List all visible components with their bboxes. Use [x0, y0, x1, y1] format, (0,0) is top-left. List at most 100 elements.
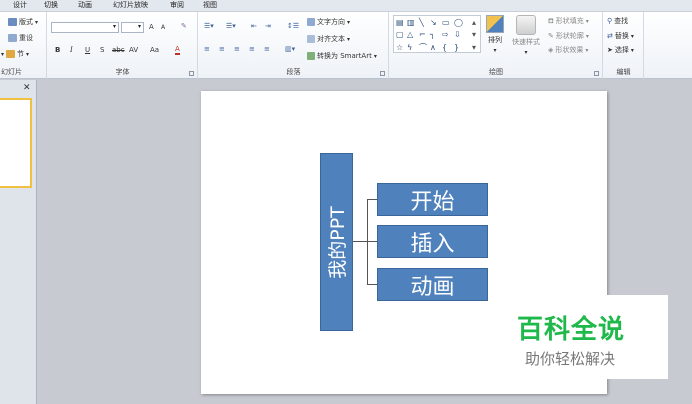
shape-outline-label: 形状轮廓	[555, 32, 584, 40]
justify-icon[interactable]: ≡	[249, 45, 255, 53]
arrange-label: 排列	[488, 36, 502, 44]
font-name-combo[interactable]: ▾	[51, 22, 119, 33]
text-direction-icon	[307, 18, 315, 26]
watermark-logo: 百科全说 助你轻松解决	[505, 295, 668, 379]
distributed-icon[interactable]: ≡	[264, 45, 270, 53]
section-icon	[6, 50, 16, 58]
font-group: ▾ ▾ A A ✎ B I U S abc AV Aa A 字体	[48, 12, 198, 79]
paint-bucket-icon: ⛾	[548, 16, 554, 25]
numbering-icon[interactable]: ☰▾	[226, 22, 236, 30]
smartart-root-box[interactable]: 我的PPT	[320, 153, 353, 331]
find-button[interactable]: ⚲ 查找	[607, 16, 628, 26]
font-group-label: 字体	[115, 68, 130, 76]
text-direction-button[interactable]: 文字方向 ▾	[307, 17, 350, 27]
ribbon: 版式 ▾ 重设 ▾ 节 ▾ 幻灯片 ▾ ▾ A A ✎ B I U S abc …	[0, 12, 692, 79]
tab-view[interactable]: 视图	[203, 0, 217, 10]
editing-group-label: 编辑	[616, 68, 631, 76]
select-button[interactable]: ➤ 选择 ▾	[607, 45, 634, 55]
quick-styles-button[interactable]: 快速样式 ▾	[512, 15, 540, 56]
align-right-icon[interactable]: ≡	[234, 45, 240, 53]
align-text-label: 对齐文本	[317, 35, 345, 43]
close-icon[interactable]: ✕	[23, 83, 31, 93]
curve-shape-icon[interactable]: ⌒	[419, 43, 427, 52]
clear-format-icon[interactable]: ✎	[181, 22, 187, 30]
right-arrow-shape-icon[interactable]: ⇨	[442, 30, 449, 39]
elbow-connector-shape-icon[interactable]: ⌐	[419, 30, 426, 39]
shape-fill-label: 形状填充	[555, 17, 584, 25]
arrow-line-shape-icon[interactable]: ↘	[430, 18, 437, 27]
gallery-scroll-down-icon[interactable]: ▾	[472, 30, 476, 39]
watermark-title: 百科全说	[517, 315, 626, 345]
slides-group: 版式 ▾ 重设 ▾ 节 ▾ 幻灯片	[0, 12, 47, 79]
align-left-icon[interactable]: ≡	[204, 45, 210, 53]
rectangle-shape-icon[interactable]: ▭	[442, 18, 450, 27]
tab-design[interactable]: 设计	[13, 0, 27, 10]
arrange-button[interactable]: 排列 ▾	[486, 15, 504, 54]
paragraph-group-label: 段落	[286, 68, 301, 76]
reset-button[interactable]: 重设	[8, 33, 33, 43]
shape-outline-button[interactable]: ✎ 形状轮廓 ▾	[548, 31, 589, 41]
tab-slideshow[interactable]: 幻灯片放映	[113, 0, 148, 10]
replace-label: 替换	[614, 32, 629, 40]
strikethrough-button[interactable]: S	[100, 46, 104, 54]
slides-group-label: 幻灯片	[1, 68, 22, 76]
gallery-scroll-up-icon[interactable]: ▴	[472, 18, 476, 27]
align-center-icon[interactable]: ≡	[219, 45, 225, 53]
elbow-arrow-shape-icon[interactable]: ┐	[430, 30, 435, 39]
drawing-dialog-launcher[interactable]	[594, 71, 599, 76]
line-spacing-icon[interactable]: ↕☰	[287, 22, 299, 30]
arc-shape-icon[interactable]: ∧	[430, 43, 436, 52]
lightning-shape-icon[interactable]: ϟ	[407, 43, 412, 52]
textbox-shape-icon[interactable]: ▤	[396, 18, 404, 27]
connector-trunk	[353, 241, 367, 242]
tab-review[interactable]: 审阅	[170, 0, 184, 10]
smartart-child-box[interactable]: 动画	[377, 268, 488, 301]
align-text-button[interactable]: 对齐文本 ▾	[307, 34, 350, 44]
bullets-icon[interactable]: ☰▾	[204, 22, 214, 30]
pen-icon: ✎	[548, 32, 554, 40]
line-shape-icon[interactable]: ╲	[419, 18, 424, 27]
shapes-gallery[interactable]: ▤ ▥ ╲ ↘ ▭ ◯ ▢ △ ⌐ ┐ ⇨ ⇩ ☆ ϟ ⌒ ∧ { } ▴ ▾ …	[393, 15, 481, 53]
layout-icon	[8, 18, 17, 26]
tab-animations[interactable]: 动画	[78, 0, 92, 10]
underline-button[interactable]: U	[85, 46, 90, 54]
increase-indent-icon[interactable]: ⇥	[265, 22, 271, 30]
char-spacing-button[interactable]: AV	[129, 46, 138, 54]
decrease-indent-icon[interactable]: ⇤	[251, 22, 257, 30]
effects-icon: ◈	[548, 46, 554, 54]
down-arrow-shape-icon[interactable]: ⇩	[454, 30, 461, 39]
paragraph-group: ☰▾ ☰▾ ⇤ ⇥ ↕☰ ≡ ≡ ≡ ≡ ≡ ▥▾ 文字方向 ▾ 对齐文本 ▾ …	[199, 12, 389, 79]
convert-smartart-button[interactable]: 转换为 SmartArt ▾	[307, 51, 377, 61]
left-brace-shape-icon[interactable]: {	[442, 43, 447, 52]
ribbon-tab-bar: 设计 切换 动画 幻灯片放映 审阅 视图	[0, 0, 692, 12]
star-shape-icon[interactable]: ☆	[396, 43, 403, 52]
shape-fill-button[interactable]: ⛾ 形状填充 ▾	[548, 16, 589, 26]
font-color-button[interactable]: A	[175, 45, 180, 55]
layout-button[interactable]: 版式 ▾	[8, 17, 38, 27]
grow-font-button[interactable]: A	[149, 23, 154, 31]
font-size-combo[interactable]: ▾	[121, 22, 144, 33]
font-dialog-launcher[interactable]	[189, 71, 194, 76]
section-button[interactable]: ▾ 节 ▾	[1, 49, 29, 59]
replace-button[interactable]: ⇄ 替换 ▾	[607, 31, 634, 41]
gallery-more-icon[interactable]: ▾	[472, 43, 476, 52]
shape-effects-button[interactable]: ◈ 形状效果 ▾	[548, 45, 588, 55]
rounded-rect-shape-icon[interactable]: ▢	[396, 30, 404, 39]
shrink-font-button[interactable]: A	[161, 24, 165, 31]
shadow-button[interactable]: abc	[112, 46, 125, 54]
triangle-shape-icon[interactable]: △	[407, 30, 413, 39]
smartart-child-box[interactable]: 开始	[377, 183, 488, 216]
italic-button[interactable]: I	[70, 46, 73, 54]
right-brace-shape-icon[interactable]: }	[454, 43, 459, 52]
paragraph-dialog-launcher[interactable]	[380, 71, 385, 76]
slide-thumbnail[interactable]	[0, 98, 32, 188]
smartart-child-box[interactable]: 插入	[377, 225, 488, 258]
tab-transitions[interactable]: 切换	[44, 0, 58, 10]
bold-button[interactable]: B	[55, 46, 60, 54]
columns-icon[interactable]: ▥▾	[285, 45, 295, 53]
vertical-textbox-shape-icon[interactable]: ▥	[407, 18, 415, 27]
align-text-icon	[307, 35, 315, 43]
change-case-button[interactable]: Aa	[150, 46, 159, 54]
oval-shape-icon[interactable]: ◯	[454, 18, 463, 27]
drawing-group-label: 绘图	[489, 68, 503, 76]
